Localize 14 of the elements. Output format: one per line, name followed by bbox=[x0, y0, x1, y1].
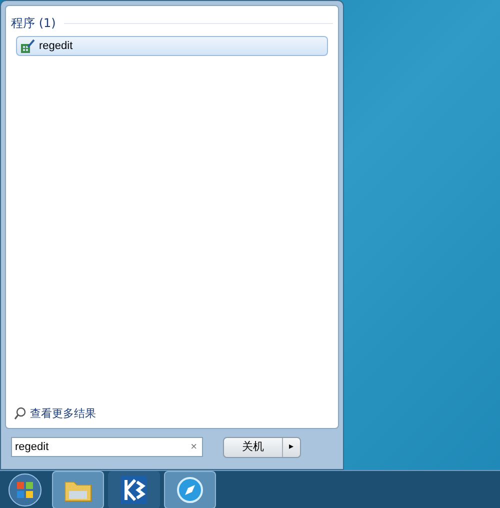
section-heading: 程序 (1) bbox=[11, 15, 56, 32]
search-icon bbox=[14, 407, 26, 420]
taskbar-button[interactable] bbox=[108, 470, 160, 508]
taskbar-button[interactable] bbox=[164, 470, 216, 508]
windows-orb-icon[interactable] bbox=[8, 472, 42, 506]
registry-editor-icon bbox=[20, 38, 35, 54]
clear-button[interactable]: × bbox=[188, 438, 199, 456]
program-item[interactable]: regedit bbox=[16, 36, 328, 56]
see-more-results-link[interactable]: 查看更多结果 bbox=[30, 406, 96, 422]
search-field[interactable]: regedit × bbox=[11, 437, 203, 457]
compass-icon bbox=[176, 476, 204, 504]
shutdown-options-button[interactable]: ▸ bbox=[282, 438, 300, 456]
k-logo-icon bbox=[121, 476, 147, 504]
shutdown-button[interactable]: 关机 bbox=[224, 438, 282, 456]
